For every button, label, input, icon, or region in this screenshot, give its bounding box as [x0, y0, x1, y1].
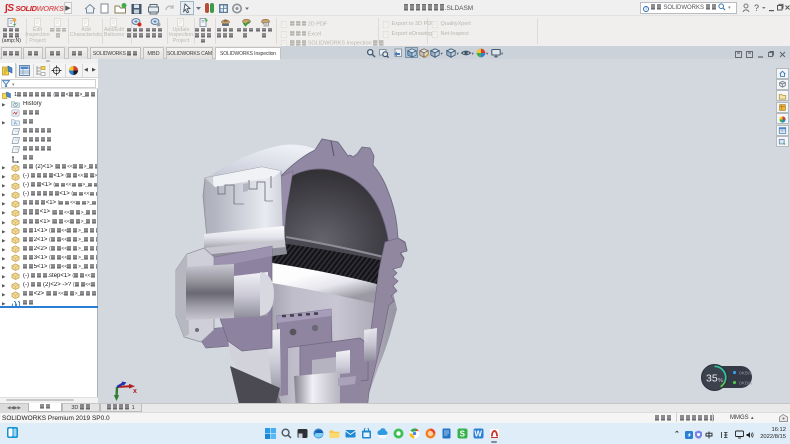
svg-text:A: A: [14, 121, 17, 126]
svg-text:?: ?: [754, 3, 759, 13]
svg-text:W: W: [474, 430, 482, 439]
svg-text:S: S: [459, 430, 465, 439]
